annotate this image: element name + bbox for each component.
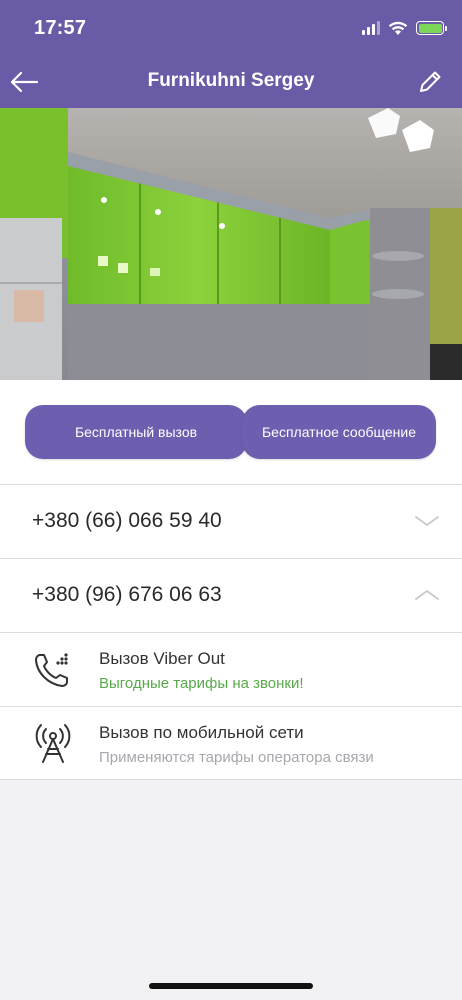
phone-number-row[interactable]: +380 (66) 066 59 40 <box>0 484 462 558</box>
battery-charging-icon <box>416 21 447 35</box>
wifi-icon <box>388 21 408 35</box>
viber-out-call-option[interactable]: Вызов Viber Out Выгодные тарифы на звонк… <box>0 632 462 706</box>
free-call-button[interactable]: Бесплатный вызов <box>25 405 247 459</box>
option-title: Вызов Viber Out <box>99 649 225 668</box>
edit-contact-button[interactable] <box>414 66 446 98</box>
contact-photo[interactable] <box>0 108 462 380</box>
phone-number-row[interactable]: +380 (96) 676 06 63 <box>0 558 462 632</box>
status-icons <box>362 18 447 38</box>
contact-actions: Бесплатный вызов Бесплатное сообщение <box>0 380 462 484</box>
mobile-network-call-option[interactable]: Вызов по мобильной сети Применяются тари… <box>0 706 462 780</box>
status-bar: 17:57 <box>0 0 462 56</box>
phone-number: +380 (66) 066 59 40 <box>32 509 222 532</box>
viber-out-phone-icon <box>35 653 68 687</box>
phone-number: +380 (96) 676 06 63 <box>32 583 222 606</box>
cell-tower-icon <box>35 724 71 763</box>
option-title: Вызов по мобильной сети <box>99 723 304 742</box>
cellular-signal-icon <box>362 21 380 35</box>
top-bar: 17:57 Furnikuhni Sergey <box>0 0 462 108</box>
chevron-up-icon[interactable] <box>414 586 440 604</box>
pencil-icon <box>420 71 441 92</box>
option-subtitle: Выгодные тарифы на звонки! <box>99 675 304 692</box>
status-time: 17:57 <box>34 17 87 39</box>
chevron-down-icon[interactable] <box>414 512 440 530</box>
kitchen-photo-image <box>0 108 462 380</box>
option-subtitle: Применяются тарифы оператора связи <box>99 749 374 766</box>
contact-name-title: Furnikuhni Sergey <box>147 70 315 91</box>
home-indicator[interactable] <box>149 983 313 989</box>
battery-fill <box>418 23 442 33</box>
free-message-button[interactable]: Бесплатное сообщение <box>242 405 436 459</box>
nav-row: Furnikuhni Sergey <box>0 56 462 108</box>
